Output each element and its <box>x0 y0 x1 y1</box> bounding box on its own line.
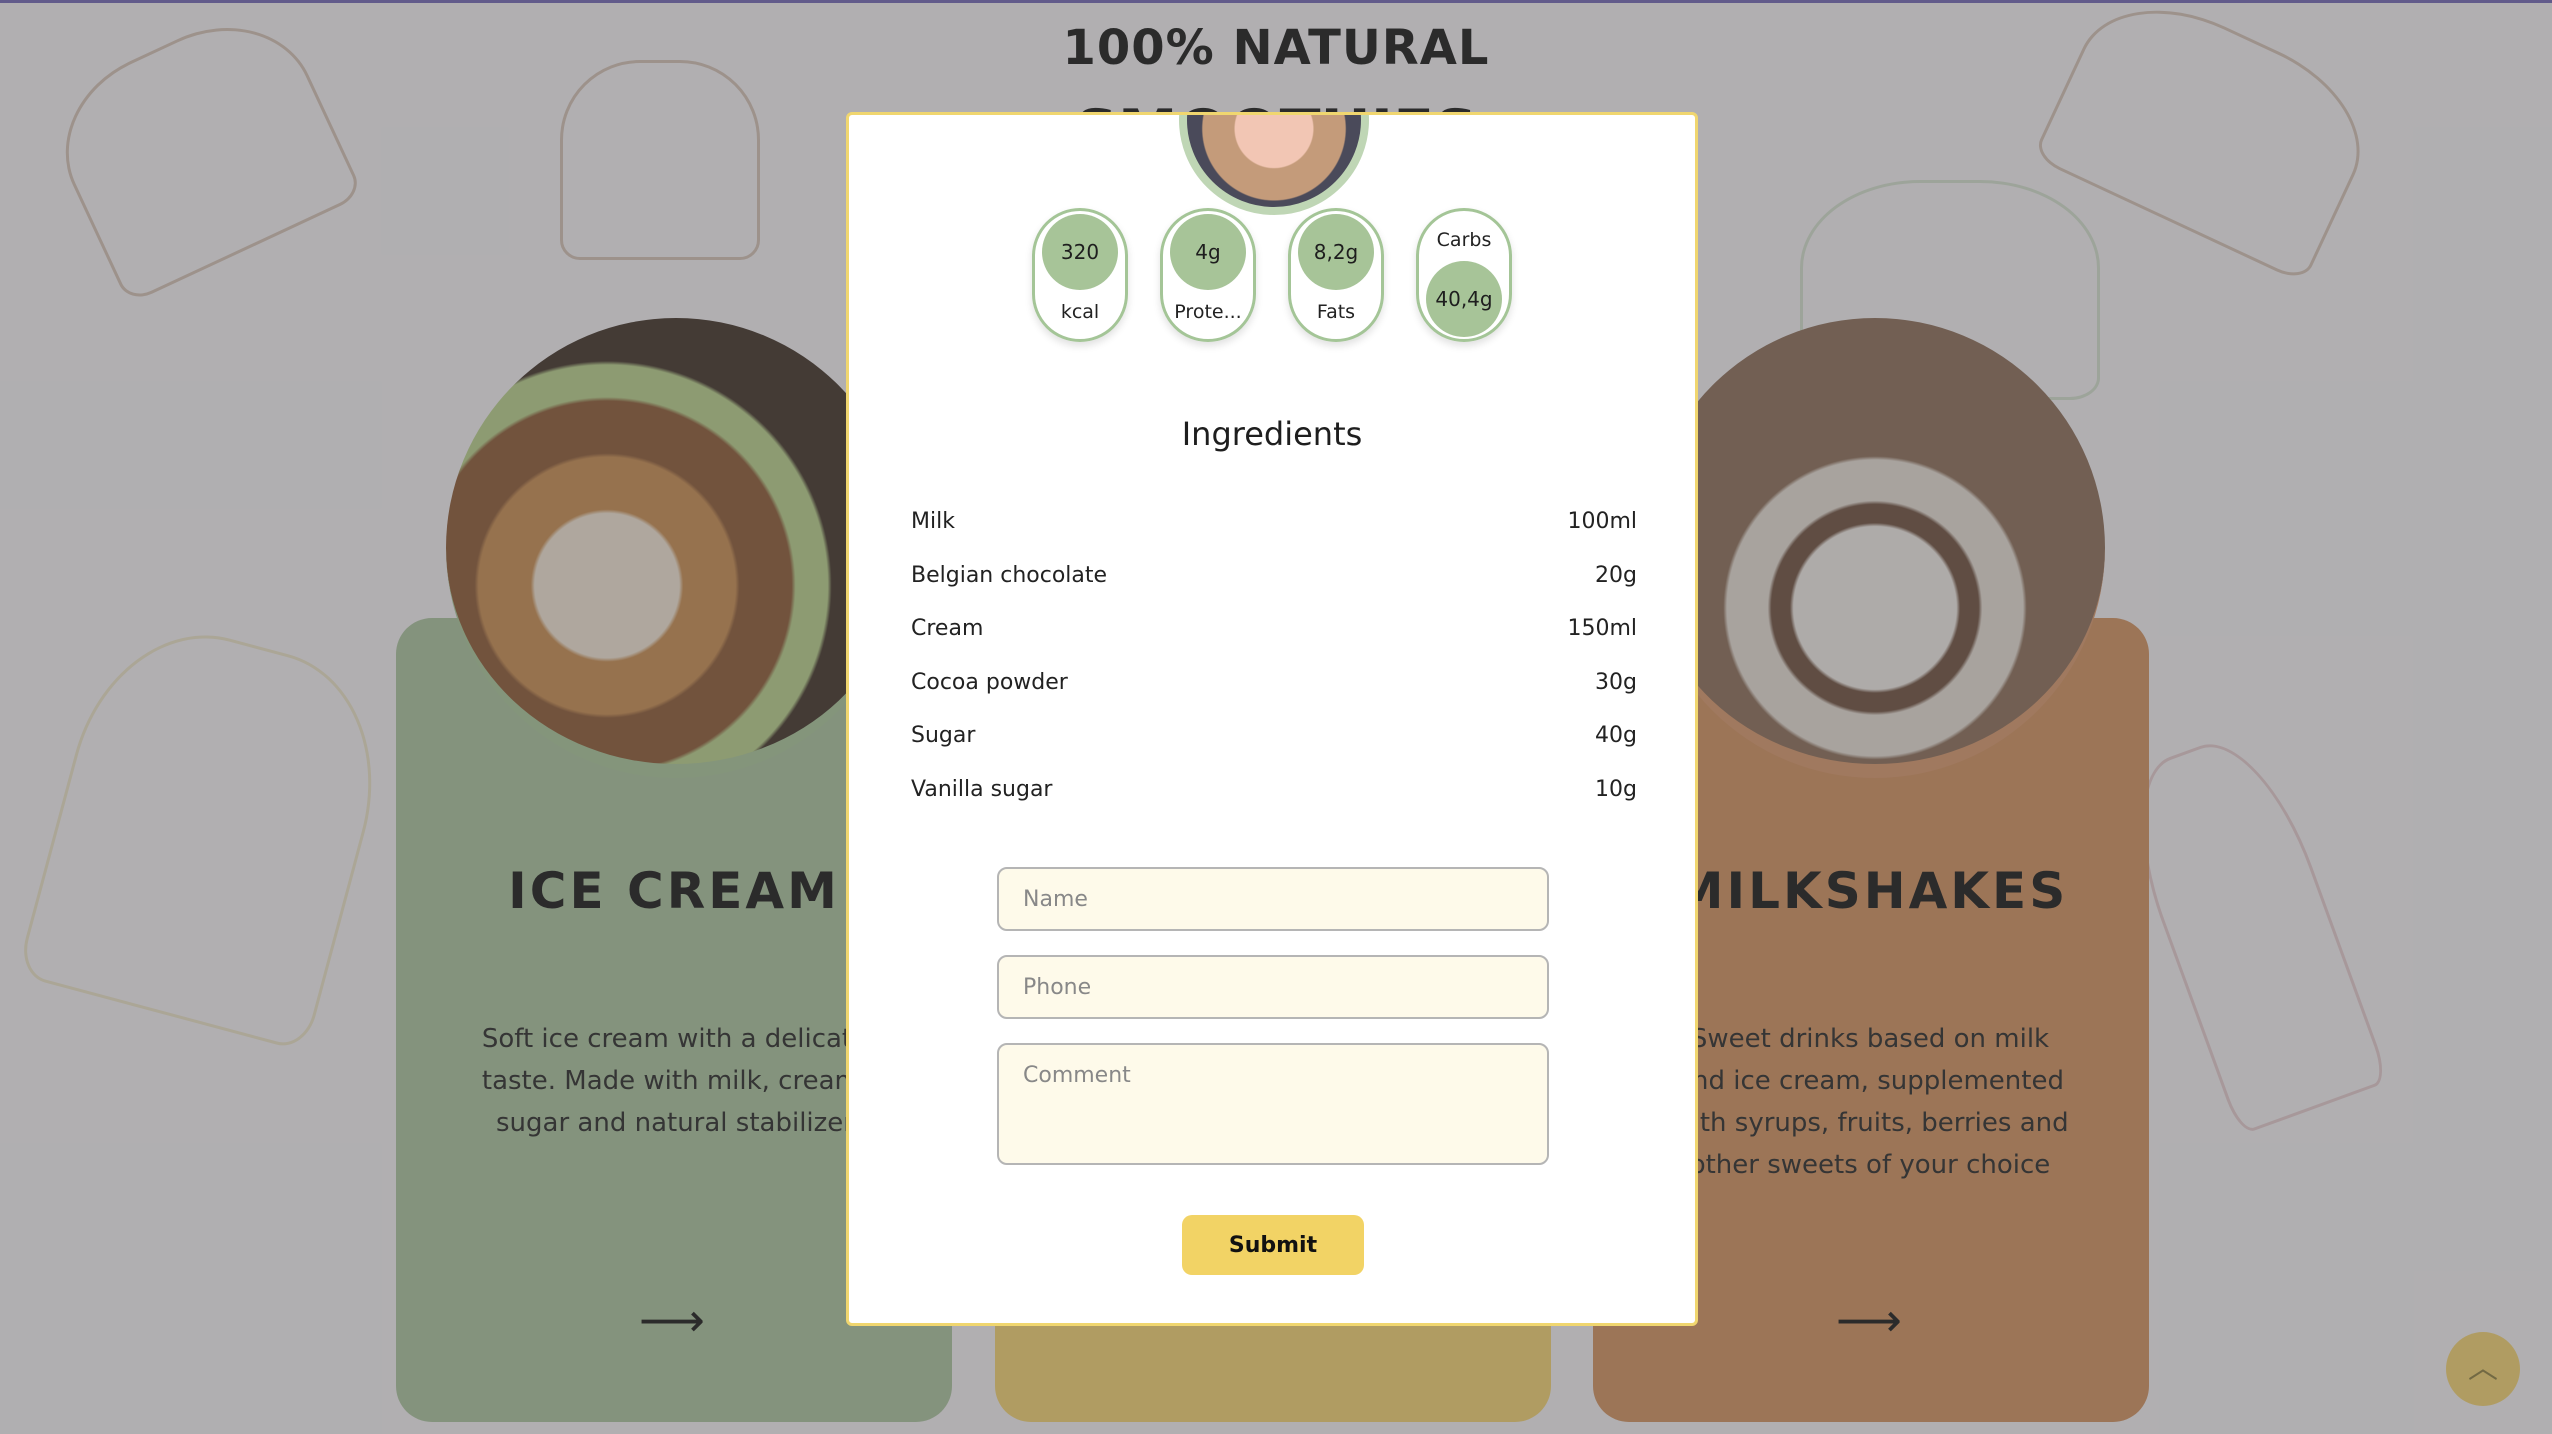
ingredient-amount: 100ml <box>1567 509 1637 534</box>
nutrient-value: 40,4g <box>1426 261 1502 337</box>
ingredients-title: Ingredients <box>1181 415 1363 453</box>
ingredient-amount: 150ml <box>1567 616 1637 642</box>
ingredient-row: Milk 100ml <box>911 495 1637 549</box>
phone-input[interactable] <box>997 955 1549 1019</box>
ingredient-amount: 30g <box>1595 669 1637 695</box>
ingredient-amount: 20g <box>1595 562 1637 588</box>
ingredient-row: Sugar 40g <box>911 709 1637 763</box>
order-form <box>997 867 1549 1189</box>
ingredient-amount: 40g <box>1595 723 1637 749</box>
ingredient-amount: 10g <box>1595 776 1637 802</box>
nutrient-label: Carbs <box>1436 229 1492 251</box>
product-photo <box>1179 115 1369 215</box>
ingredient-row: Cream 150ml <box>911 602 1637 656</box>
nutrient-label: kcal <box>1060 301 1100 323</box>
ingredient-name: Cocoa powder <box>911 669 1068 695</box>
nutrient-carbs[interactable]: Carbs 40,4g <box>1416 208 1512 342</box>
ingredient-row: Vanilla sugar 10g <box>911 763 1637 817</box>
nutrient-label: Prote... <box>1174 301 1242 323</box>
product-details-modal: 320 kcal 4g Prote... 8,2g Fats Carbs 40,… <box>846 112 1698 1326</box>
ingredient-name: Milk <box>911 509 955 534</box>
nutrient-label: Fats <box>1316 301 1356 323</box>
ingredient-name: Belgian chocolate <box>911 562 1108 588</box>
ingredients-list: Milk 100ml Belgian chocolate 20g Cream 150m… <box>911 495 1637 817</box>
nutrient-value: 8,2g <box>1298 214 1374 290</box>
nutrient-protein: 4g Prote... <box>1160 208 1256 342</box>
submit-button[interactable]: Submit <box>1182 1215 1364 1275</box>
nutrient-value: 320 <box>1042 214 1118 290</box>
nutrient-fats: 8,2g Fats <box>1288 208 1384 342</box>
name-input[interactable] <box>997 867 1549 931</box>
ingredient-name: Vanilla sugar <box>911 776 1053 802</box>
nutrient-kcal: 320 kcal <box>1032 208 1128 342</box>
ingredient-row: Belgian chocolate 20g <box>911 549 1637 603</box>
ingredient-name: Sugar <box>911 723 976 749</box>
nutrient-value: 4g <box>1170 214 1246 290</box>
ingredient-name: Cream <box>911 616 984 642</box>
comment-textarea[interactable] <box>997 1043 1549 1165</box>
nutrition-facts: 320 kcal 4g Prote... 8,2g Fats Carbs 40,… <box>849 208 1695 342</box>
ingredient-row: Cocoa powder 30g <box>911 656 1637 710</box>
